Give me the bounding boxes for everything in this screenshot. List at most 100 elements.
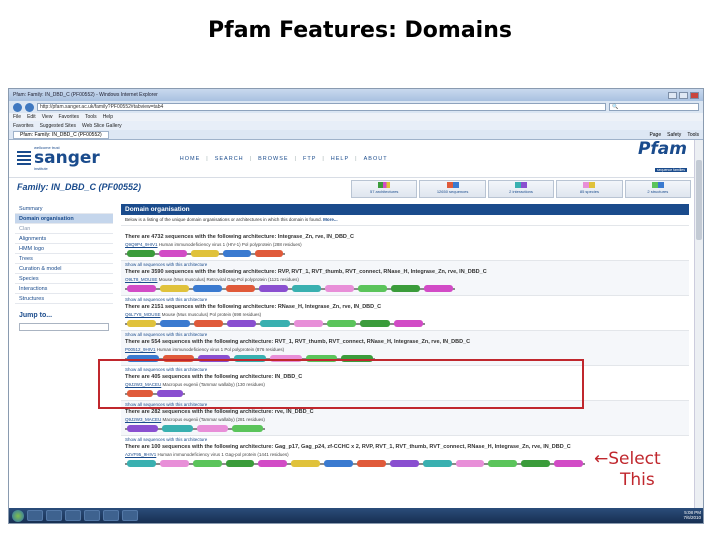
nav-ftp[interactable]: FTP — [303, 156, 316, 162]
menu-view[interactable]: View — [42, 114, 53, 120]
safety-menu[interactable]: Safety — [667, 132, 681, 138]
domain-block[interactable] — [127, 425, 158, 432]
domain-block[interactable] — [197, 425, 228, 432]
tab-structures[interactable]: 2 structures — [624, 180, 692, 198]
domain-block[interactable] — [160, 285, 189, 292]
domain-graphic[interactable] — [125, 250, 685, 258]
sequence-accession-link[interactable]: A2VF95_9HIV1 — [125, 452, 156, 457]
close-button[interactable] — [690, 91, 699, 99]
domain-block[interactable] — [227, 320, 257, 327]
taskbar-app-ie[interactable] — [27, 510, 43, 521]
taskbar-app-other[interactable] — [122, 510, 138, 521]
sequence-accession-link[interactable]: Q6L7Y8_MOUSE — [125, 312, 161, 317]
minimize-button[interactable] — [668, 91, 677, 99]
domain-block[interactable] — [193, 285, 222, 292]
domain-block[interactable] — [422, 460, 452, 467]
domain-block[interactable] — [393, 320, 423, 327]
address-bar[interactable]: http://pfam.sanger.ac.uk/family?PF00552#… — [37, 103, 606, 111]
browser-search-input[interactable]: 🔍 — [609, 103, 699, 111]
sidebar-item-alignments[interactable]: Alignments — [15, 234, 113, 244]
domain-block[interactable] — [191, 250, 219, 257]
sidebar-item-species[interactable]: Species — [15, 274, 113, 284]
show-sequences-link[interactable]: Show all sequences with this architectur… — [125, 437, 685, 444]
web-slice-gallery-link[interactable]: Web Slice Gallery — [82, 123, 122, 129]
show-sequences-link[interactable]: Show all sequences with this architectur… — [125, 297, 685, 304]
menu-favorites[interactable]: Favorites — [58, 114, 79, 120]
tab-pfam[interactable]: Pfam: Family: IN_DBD_C (PF00552) — [13, 130, 109, 139]
nav-home[interactable]: HOME — [180, 156, 201, 162]
domain-block[interactable] — [127, 320, 157, 327]
forward-button[interactable] — [25, 102, 34, 112]
sidebar-item-trees[interactable]: Trees — [15, 254, 113, 264]
nav-search[interactable]: SEARCH — [215, 156, 244, 162]
domain-block[interactable] — [159, 460, 189, 467]
suggested-sites-link[interactable]: Suggested Sites — [40, 123, 76, 129]
domain-block[interactable] — [255, 250, 283, 257]
tab-species[interactable]: 85 species — [556, 180, 623, 198]
sidebar-item-domain-organisation[interactable]: Domain organisation — [15, 214, 113, 224]
menu-file[interactable]: File — [13, 114, 21, 120]
page-menu[interactable]: Page — [649, 132, 661, 138]
back-button[interactable] — [13, 102, 22, 112]
nav-about[interactable]: ABOUT — [364, 156, 388, 162]
sidebar-item-structures[interactable]: Structures — [15, 294, 113, 304]
domain-block[interactable] — [324, 460, 353, 467]
sequence-accession-link[interactable]: O9LT8_MOUSE — [125, 277, 157, 282]
nav-help[interactable]: HELP — [331, 156, 349, 162]
domain-block[interactable] — [127, 250, 155, 257]
domain-block[interactable] — [225, 460, 255, 467]
domain-block[interactable] — [193, 320, 223, 327]
domain-block[interactable] — [327, 320, 357, 327]
domain-block[interactable] — [292, 285, 321, 292]
sanger-logo[interactable]: wellcome trust sanger institute — [17, 146, 100, 171]
domain-block[interactable] — [554, 460, 583, 467]
jump-to-input[interactable] — [19, 323, 109, 331]
taskbar-app-explorer[interactable] — [46, 510, 62, 521]
domain-block[interactable] — [488, 460, 518, 467]
nav-browse[interactable]: BROWSE — [258, 156, 288, 162]
show-sequences-link[interactable]: Show all sequences with this architectur… — [125, 332, 685, 339]
tab-sequences[interactable]: 12650 sequences — [419, 180, 486, 198]
favorites-button[interactable]: Favorites — [13, 123, 34, 129]
domain-block[interactable] — [455, 460, 485, 467]
sequence-accession-link[interactable]: Q9J2W3_MACEU — [125, 417, 161, 422]
domain-graphic[interactable] — [125, 285, 685, 293]
domain-block[interactable] — [258, 460, 288, 467]
domain-block[interactable] — [260, 320, 290, 327]
domain-block[interactable] — [360, 320, 390, 327]
start-button[interactable] — [12, 509, 24, 522]
sequence-accession-link[interactable]: P00512_9HIV1 — [125, 347, 156, 352]
domain-block[interactable] — [127, 460, 156, 467]
page-scrollbar[interactable] — [694, 140, 703, 510]
maximize-button[interactable] — [679, 91, 688, 99]
domain-block[interactable] — [357, 460, 386, 467]
scrollbar-thumb[interactable] — [696, 160, 702, 240]
more-link[interactable]: More... — [323, 217, 338, 222]
domain-block[interactable] — [521, 460, 551, 467]
sidebar-item-hmm-logo[interactable]: HMM logo — [15, 244, 113, 254]
domain-block[interactable] — [127, 285, 156, 292]
pfam-logo[interactable]: Pfam sequence families — [638, 141, 687, 176]
taskbar-app-powerpoint[interactable] — [103, 510, 119, 521]
sidebar-item-summary[interactable]: Summary — [15, 204, 113, 214]
tools-menu[interactable]: Tools — [687, 132, 699, 138]
domain-block[interactable] — [160, 320, 190, 327]
domain-block[interactable] — [162, 425, 193, 432]
domain-block[interactable] — [159, 250, 187, 257]
menu-tools[interactable]: Tools — [85, 114, 97, 120]
taskbar-app-word[interactable] — [84, 510, 100, 521]
domain-block[interactable] — [358, 285, 387, 292]
menu-help[interactable]: Help — [103, 114, 113, 120]
sidebar-item-interactions[interactable]: Interactions — [15, 284, 113, 294]
domain-block[interactable] — [232, 425, 263, 432]
show-sequences-link[interactable]: Show all sequences with this architectur… — [125, 262, 685, 269]
tab-architectures[interactable]: 57 architectures — [351, 180, 418, 198]
domain-block[interactable] — [192, 460, 222, 467]
domain-block[interactable] — [223, 250, 251, 257]
menu-edit[interactable]: Edit — [27, 114, 36, 120]
domain-block[interactable] — [391, 285, 420, 292]
domain-block[interactable] — [325, 285, 354, 292]
domain-block[interactable] — [226, 285, 255, 292]
domain-block[interactable] — [259, 285, 288, 292]
domain-block[interactable] — [424, 285, 453, 292]
